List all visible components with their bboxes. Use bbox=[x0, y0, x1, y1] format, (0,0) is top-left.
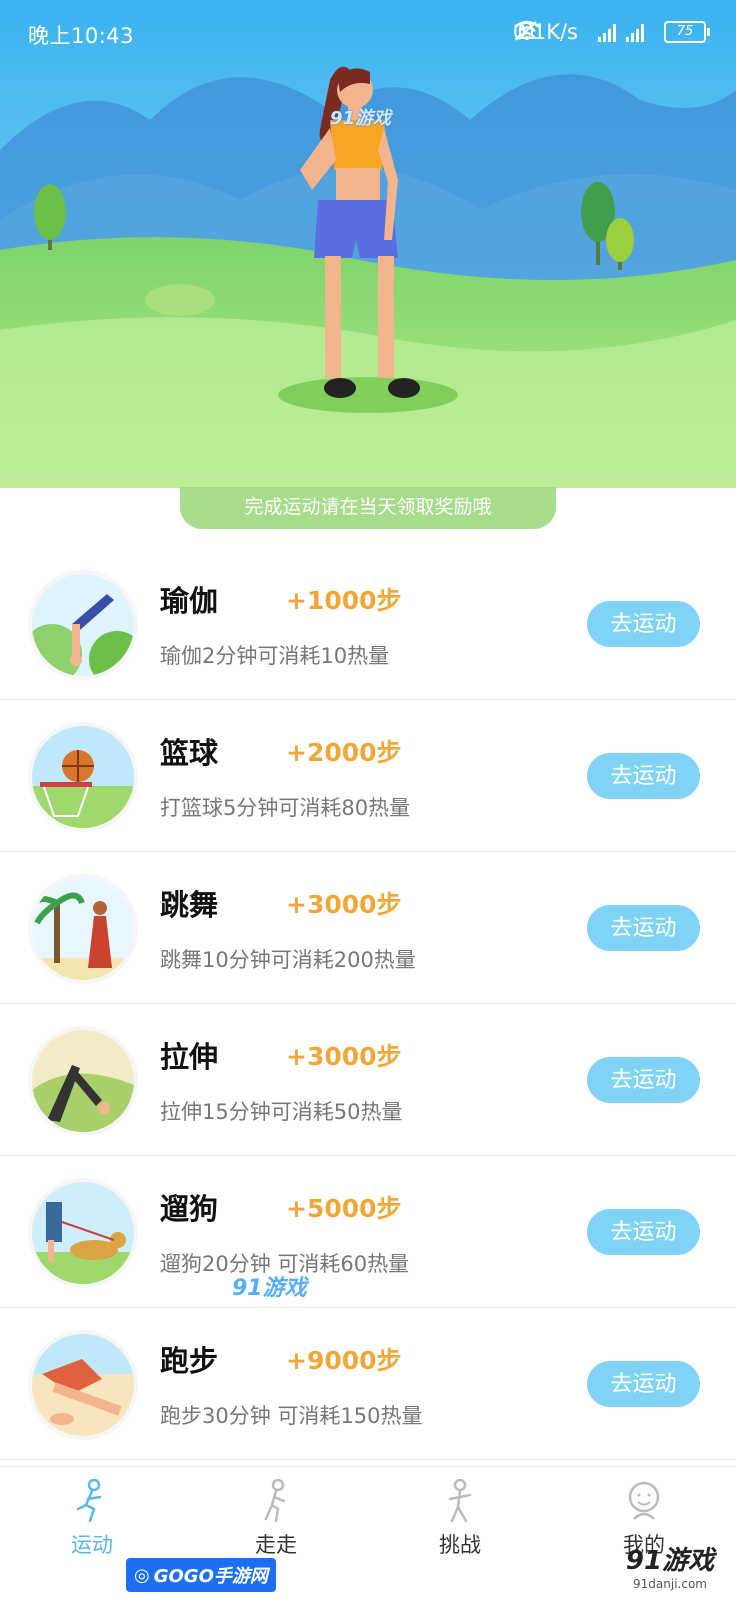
profile-face-icon bbox=[624, 1479, 664, 1527]
status-icons: 0.1K/s 75 bbox=[513, 20, 710, 44]
gogo-logo-icon: ◎ bbox=[134, 1564, 150, 1586]
dog-walk-icon bbox=[32, 1182, 134, 1284]
running-person-icon bbox=[72, 1478, 112, 1527]
activity-row-stretch: 拉伸 +3000步 拉伸15分钟可消耗50热量 去运动 bbox=[0, 1004, 736, 1156]
watermark-91-url: 91danji.com bbox=[633, 1577, 707, 1591]
tab-walk[interactable]: 走走 bbox=[184, 1467, 368, 1567]
activity-name: 瑜伽 bbox=[160, 584, 219, 618]
go-exercise-button[interactable]: 去运动 bbox=[587, 753, 700, 799]
activity-row-dog-walk: 遛狗 +5000步 遛狗20分钟 可消耗60热量 去运动 bbox=[0, 1156, 736, 1308]
tab-label: 挑战 bbox=[439, 1533, 481, 1557]
dance-icon bbox=[32, 878, 134, 980]
go-exercise-button[interactable]: 去运动 bbox=[587, 1057, 700, 1103]
challenge-person-icon bbox=[440, 1478, 480, 1527]
activity-row-dance: 跳舞 +3000步 跳舞10分钟可消耗200热量 去运动 bbox=[0, 852, 736, 1004]
activity-name: 跑步 bbox=[160, 1344, 219, 1378]
watermark-logo: 91游戏 bbox=[330, 108, 392, 129]
tab-label: 运动 bbox=[71, 1533, 113, 1557]
activity-name: 篮球 bbox=[160, 736, 219, 770]
watermark-91: 91游戏 91danji.com bbox=[610, 1540, 730, 1591]
activity-reward: +9000步 bbox=[286, 1346, 402, 1375]
activity-row-yoga: 瑜伽 +1000步 瑜伽2分钟可消耗10热量 去运动 bbox=[0, 548, 736, 700]
go-exercise-button[interactable]: 去运动 bbox=[587, 601, 700, 647]
watermark-logo-mid: 91游戏 bbox=[232, 1276, 307, 1301]
activity-name: 遛狗 bbox=[160, 1192, 219, 1226]
activity-desc: 拉伸15分钟可消耗50热量 bbox=[160, 1100, 403, 1124]
basketball-icon bbox=[32, 726, 134, 828]
activity-list: 瑜伽 +1000步 瑜伽2分钟可消耗10热量 去运动 篮球 +2000步 打篮球… bbox=[0, 548, 736, 1460]
activity-desc: 瑜伽2分钟可消耗10热量 bbox=[160, 644, 390, 668]
activity-reward: +1000步 bbox=[286, 586, 402, 615]
watermark-gogo-text: GOGO手游网 bbox=[153, 1566, 268, 1587]
activity-reward: +3000步 bbox=[286, 890, 402, 919]
watermark-gogo: ◎ GOGO手游网 bbox=[126, 1558, 276, 1592]
activity-reward: +5000步 bbox=[286, 1194, 402, 1223]
signal-icon bbox=[598, 22, 616, 42]
status-time: 晚上10:43 bbox=[28, 24, 135, 48]
activity-reward: +3000步 bbox=[286, 1042, 402, 1071]
walking-person-icon bbox=[256, 1478, 296, 1527]
activity-row-running: 跑步 +9000步 跑步30分钟 可消耗150热量 去运动 bbox=[0, 1308, 736, 1460]
activity-row-basketball: 篮球 +2000步 打篮球5分钟可消耗80热量 去运动 bbox=[0, 700, 736, 852]
activity-desc: 打篮球5分钟可消耗80热量 bbox=[160, 796, 411, 820]
signal-icon-2 bbox=[626, 22, 644, 42]
tab-label: 走走 bbox=[255, 1533, 297, 1557]
activity-name: 跳舞 bbox=[160, 888, 219, 922]
activity-desc: 跳舞10分钟可消耗200热量 bbox=[160, 948, 416, 972]
yoga-icon bbox=[32, 574, 134, 676]
go-exercise-button[interactable]: 去运动 bbox=[587, 1209, 700, 1255]
activity-name: 拉伸 bbox=[160, 1040, 219, 1074]
status-bar: 晚上10:43 0.1K/s 75 bbox=[0, 0, 736, 66]
battery-icon: 75 bbox=[664, 21, 710, 43]
activity-reward: +2000步 bbox=[286, 738, 402, 767]
tab-challenge[interactable]: 挑战 bbox=[368, 1467, 552, 1567]
reward-notice: 完成运动请在当天领取奖励哦 bbox=[180, 487, 556, 529]
hero-illustration bbox=[0, 0, 736, 488]
running-icon bbox=[32, 1334, 134, 1436]
stretch-icon bbox=[32, 1030, 134, 1132]
hero-banner: 晚上10:43 0.1K/s 75 91游戏 bbox=[0, 0, 736, 488]
watermark-91-text: 91游戏 bbox=[625, 1546, 715, 1576]
go-exercise-button[interactable]: 去运动 bbox=[587, 1361, 700, 1407]
tab-exercise[interactable]: 运动 bbox=[0, 1467, 184, 1567]
activity-desc: 跑步30分钟 可消耗150热量 bbox=[160, 1404, 423, 1428]
go-exercise-button[interactable]: 去运动 bbox=[587, 905, 700, 951]
